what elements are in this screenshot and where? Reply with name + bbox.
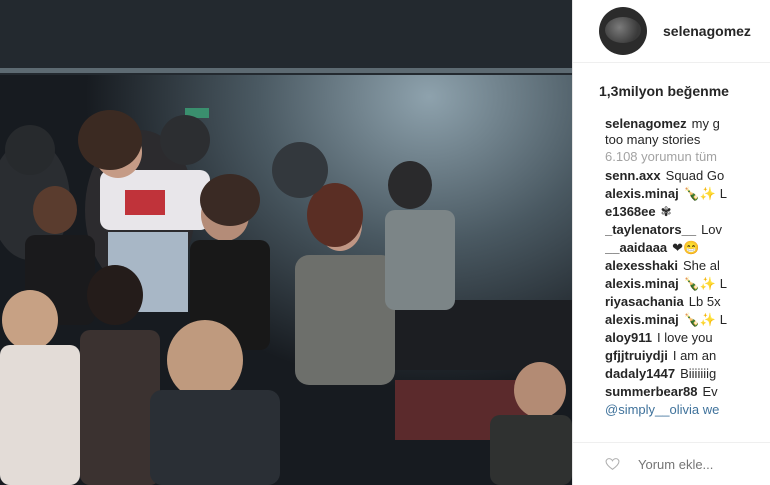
comment-text: Ev	[702, 384, 718, 399]
comment-username[interactable]: aloy911	[605, 330, 652, 345]
username-link[interactable]: selenagomez	[663, 23, 751, 39]
comment-username[interactable]: _taylenators__	[605, 222, 696, 237]
comment-username[interactable]: e1368ee	[605, 204, 656, 219]
comments-list: selenagomez my g too many stories 6.108 y…	[605, 116, 770, 418]
comment-username[interactable]: alexis.minaj	[605, 186, 679, 201]
comment-text: 🍾✨ L	[683, 276, 727, 291]
comment-row: gfjjtruiydji I am an	[605, 348, 770, 364]
comment-username[interactable]: summerbear88	[605, 384, 698, 399]
comment-row: alexis.minaj 🍾✨ L	[605, 276, 770, 292]
comment-username[interactable]: alexesshaki	[605, 258, 678, 273]
comment-row: alexesshaki She al	[605, 258, 770, 274]
comment-row: e1368ee ✾	[605, 204, 770, 220]
heart-icon[interactable]	[605, 452, 620, 476]
comment-text: I am an	[672, 348, 717, 363]
caption-text-line2: too many stories	[605, 132, 701, 147]
comment-username[interactable]: __aaidaaa	[605, 240, 667, 255]
comment-text: Squad Go	[665, 168, 725, 183]
caption: selenagomez my g	[605, 116, 770, 132]
comment-text: I love you	[657, 330, 713, 345]
comment-text: ✾	[660, 204, 672, 219]
comment-row: senn.axx Squad Go	[605, 168, 770, 184]
caption-username[interactable]: selenagomez	[605, 116, 687, 131]
comment-text: She al	[683, 258, 720, 273]
comment-mention-text[interactable]: @simply__olivia we	[605, 402, 719, 417]
avatar[interactable]	[599, 7, 647, 55]
caption-text-line1: my g	[691, 116, 720, 131]
comment-row: @simply__olivia we	[605, 402, 770, 418]
comment-username[interactable]: gfjjtruiydji	[605, 348, 668, 363]
comment-row: __aaidaaa ❤😁	[605, 240, 770, 256]
post-photo[interactable]	[0, 0, 572, 485]
comment-row: aloy911 I love you	[605, 330, 770, 346]
comment-text: Lb 5x	[688, 294, 721, 309]
comment-username[interactable]: alexis.minaj	[605, 312, 679, 327]
post-sidebar: selenagomez 1,3milyon beğenme selenagome…	[572, 0, 770, 485]
comment-username[interactable]: senn.axx	[605, 168, 661, 183]
comment-username[interactable]: riyasachania	[605, 294, 684, 309]
comment-row: _taylenators__ Lov	[605, 222, 770, 238]
comment-text: Biiiiiiig	[680, 366, 717, 381]
comment-text: Lov	[701, 222, 723, 237]
party-photo-illustration	[0, 0, 572, 485]
comment-row: summerbear88 Ev	[605, 384, 770, 400]
comment-row: alexis.minaj 🍾✨ L	[605, 312, 770, 328]
comment-bar	[573, 442, 770, 485]
likes-count[interactable]: 1,3milyon beğenme	[599, 83, 770, 99]
comment-input[interactable]	[636, 455, 770, 473]
post-header: selenagomez	[573, 0, 770, 63]
comment-row: alexis.minaj 🍾✨ L	[605, 186, 770, 202]
view-all-comments-link[interactable]: 6.108 yorumun tüm	[605, 149, 770, 165]
comment-username[interactable]: dadaly1447	[605, 366, 675, 381]
instagram-post-view: selenagomez 1,3milyon beğenme selenagome…	[0, 0, 770, 485]
comment-text: 🍾✨ L	[683, 186, 727, 201]
comment-row: dadaly1447 Biiiiiiig	[605, 366, 770, 382]
comment-username[interactable]: alexis.minaj	[605, 276, 679, 291]
comment-text: ❤😁	[672, 240, 700, 255]
comment-row: riyasachania Lb 5x	[605, 294, 770, 310]
comment-text: 🍾✨ L	[683, 312, 727, 327]
